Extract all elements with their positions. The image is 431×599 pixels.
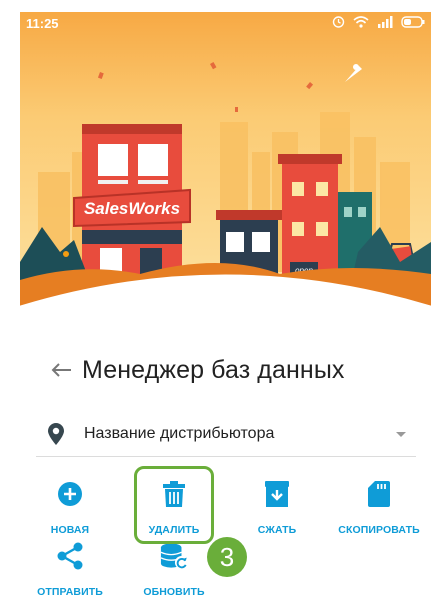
hero-illustration: SalesWorks open [20, 12, 431, 312]
page-title: Менеджер баз данных [82, 355, 345, 384]
database-refresh-icon [160, 542, 188, 570]
copy-button[interactable]: СКОПИРОВАТЬ [329, 480, 429, 536]
distributor-select[interactable]: Название дистрибьютора [36, 412, 416, 457]
saleswork-sign-text: SalesWorks [84, 199, 180, 218]
send-button-label: ОТПРАВИТЬ [37, 586, 103, 598]
update-button-label: ОБНОВИТЬ [143, 586, 205, 598]
distributor-select-value: Название дистрибьютора [84, 425, 275, 442]
signal-icon [377, 15, 393, 28]
location-pin-icon [48, 422, 66, 446]
send-button[interactable]: ОТПРАВИТЬ [20, 542, 120, 598]
status-bar: 11:25 [20, 12, 431, 36]
header: Менеджер баз данных [20, 350, 431, 390]
back-arrow-icon[interactable] [50, 359, 72, 381]
chevron-down-icon [396, 432, 406, 437]
share-icon [56, 542, 84, 570]
app-screen: SalesWorks open 11:25 Менеджер баз данны… [20, 12, 431, 599]
plus-circle-icon [56, 480, 84, 508]
battery-icon [401, 15, 425, 28]
delete-highlight-frame [134, 466, 214, 544]
archive-icon [263, 480, 291, 508]
compress-button-label: СЖАТЬ [257, 524, 297, 536]
compress-button[interactable]: СЖАТЬ [227, 480, 327, 536]
actions-grid: НОВАЯ УДАЛИТЬ СЖАТЬ СКОПИРОВАТЬ ОТПРАВИТ [20, 464, 431, 599]
new-button-label: НОВАЯ [50, 524, 90, 536]
step-badge: 3 [207, 537, 247, 577]
copy-button-label: СКОПИРОВАТЬ [338, 524, 420, 536]
new-button[interactable]: НОВАЯ [20, 480, 120, 536]
wifi-icon [353, 15, 369, 28]
alarm-icon [332, 15, 345, 28]
sd-card-icon [365, 480, 393, 508]
status-time: 11:25 [26, 16, 59, 31]
